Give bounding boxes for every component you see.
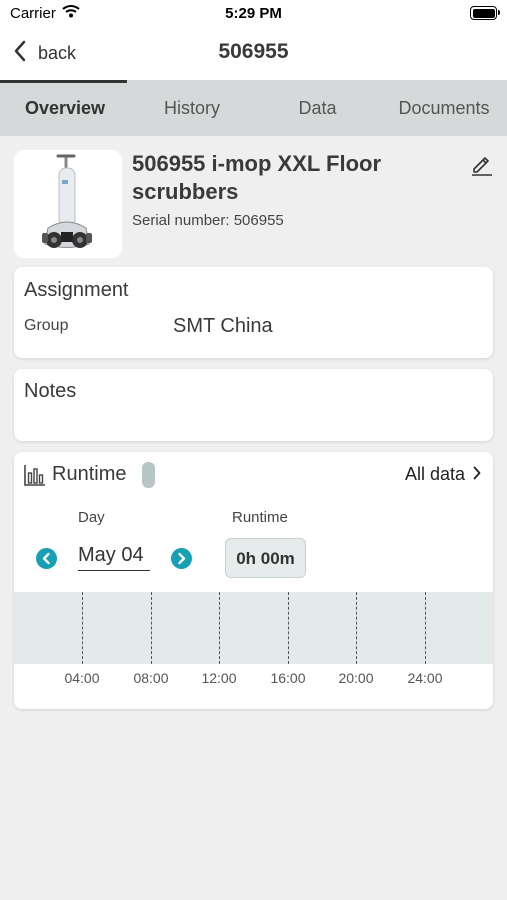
timeline-gridline <box>356 592 357 664</box>
notes-card[interactable]: Notes <box>14 369 493 441</box>
assignment-title: Assignment <box>24 279 129 301</box>
page-title: 506955 <box>218 40 289 63</box>
all-data-link[interactable]: All data <box>405 464 481 485</box>
previous-day-button[interactable] <box>36 548 57 569</box>
runtime-timeline <box>14 592 493 664</box>
tab-overview[interactable]: Overview <box>0 80 130 136</box>
serial-number: Serial number: 506955 <box>132 212 284 229</box>
status-bar: Carrier 5:29 PM <box>0 0 507 28</box>
notes-title: Notes <box>24 380 77 402</box>
all-data-label: All data <box>404 464 465 484</box>
timeline-tick-label: 16:00 <box>270 670 306 686</box>
runtime-value: 0h 00m <box>225 538 306 578</box>
group-label: Group <box>24 317 69 334</box>
timeline-tick-label: 08:00 <box>133 670 169 686</box>
chevron-left-icon <box>14 40 26 67</box>
tab-history[interactable]: History <box>127 80 257 136</box>
timeline-gridline <box>425 592 426 664</box>
machine-image <box>14 150 122 258</box>
timeline-tick-label: 20:00 <box>338 670 374 686</box>
machine-header: 506955 i-mop XXL Floor scrubbers Serial … <box>14 150 494 258</box>
back-button[interactable]: back <box>14 38 76 68</box>
battery-icon <box>470 6 500 20</box>
timeline-gridline <box>82 592 83 664</box>
pencil-icon <box>470 157 494 180</box>
chevron-right-icon <box>465 464 481 485</box>
group-value: SMT China <box>173 315 273 337</box>
day-selector[interactable]: May 04 <box>78 544 150 571</box>
bar-chart-icon <box>24 464 46 486</box>
timeline-gridline <box>219 592 220 664</box>
timeline-gridline <box>288 592 289 664</box>
status-time: 5:29 PM <box>225 5 282 22</box>
tab-documents[interactable]: Documents <box>381 80 507 136</box>
runtime-card: Runtime All data Day Runtime May 04 0h 0… <box>14 452 493 709</box>
back-label: back <box>38 42 77 63</box>
navigation-bar: back 506955 <box>0 28 507 80</box>
runtime-value-label: Runtime <box>232 509 288 526</box>
runtime-status-indicator <box>142 462 155 488</box>
assignment-card: Assignment Group SMT China <box>14 267 493 358</box>
timeline-gridline <box>151 592 152 664</box>
edit-button[interactable] <box>470 152 494 176</box>
timeline-tick-label: 04:00 <box>64 670 100 686</box>
tab-data[interactable]: Data <box>254 80 381 136</box>
next-day-button[interactable] <box>171 548 192 569</box>
runtime-title: Runtime <box>52 463 127 485</box>
timeline-tick-label: 12:00 <box>201 670 237 686</box>
day-label: Day <box>78 509 105 526</box>
tab-bar: Overview History Data Documents <box>0 80 507 136</box>
timeline-tick-label: 24:00 <box>407 670 443 686</box>
machine-title: 506955 i-mop XXL Floor scrubbers <box>132 151 382 204</box>
